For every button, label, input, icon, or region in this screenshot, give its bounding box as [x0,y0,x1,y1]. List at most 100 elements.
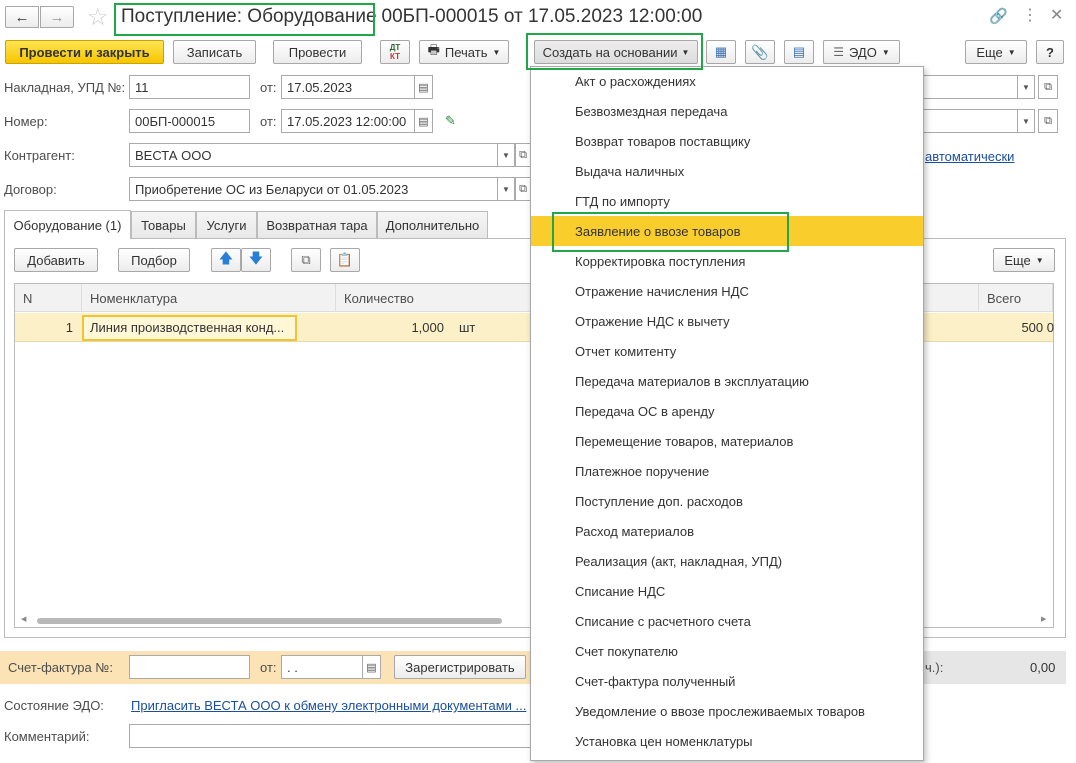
menu-item[interactable]: Платежное поручение [531,456,923,486]
number-label: Номер: [4,114,48,129]
paste-button[interactable]: 📋 [330,248,360,272]
tab-services[interactable]: Услуги [196,211,257,238]
arrow-down-icon: 🡇 [248,250,264,266]
menu-item[interactable]: Возврат товаров поставщику [531,126,923,156]
pick-button[interactable]: Подбор [118,248,190,272]
menu-item[interactable]: Уведомление о ввозе прослеживаемых товар… [531,696,923,726]
dtkt-button[interactable]: ДТ КТ [380,40,410,64]
post-and-close-button[interactable]: Провести и закрыть [5,40,164,64]
header-item[interactable]: Номенклатура [82,284,336,312]
invoice-number-input[interactable]: 11 [129,75,250,99]
forward-button[interactable]: → [40,6,74,28]
invoice-footer-date[interactable]: . . [281,655,363,679]
menu-item[interactable]: ГТД по импорту [531,186,923,216]
counterparty-input[interactable]: ВЕСТА ООО [129,143,498,167]
note-icon[interactable]: ✎ [445,113,456,129]
warehouse-dropdown[interactable]: ▼ [1017,109,1035,133]
menu-item[interactable]: Списание с расчетного счета [531,606,923,636]
edo-label: ЭДО [849,44,877,60]
post-button[interactable]: Провести [273,40,362,64]
contract-dropdown[interactable]: ▼ [497,177,515,201]
menu-item[interactable]: Расход материалов [531,516,923,546]
hierarchy-icon: ▦ [714,44,728,59]
chevron-down-icon: ▼ [681,47,690,57]
comment-input[interactable] [129,724,531,748]
copy-button[interactable]: ⧉ [291,248,321,272]
auto-link[interactable]: автоматически [925,149,1014,164]
calendar-button[interactable]: ▤ [362,655,381,679]
star-icon[interactable]: ☆ [87,3,109,32]
scroll-right-icon[interactable]: ▶ [1041,615,1046,623]
print-label: Печать [444,44,488,60]
attach-button[interactable]: 📎 [745,40,775,64]
menu-item[interactable]: Перемещение товаров, материалов [531,426,923,456]
counterparty-dropdown[interactable]: ▼ [497,143,515,167]
scroll-thumb[interactable] [37,618,502,624]
chevron-down-icon: ▼ [1007,47,1016,57]
help-button[interactable]: ? [1036,40,1064,64]
menu-item[interactable]: Счет-фактура полученный [531,666,923,696]
more-label: Еще [976,44,1003,60]
menu-item[interactable]: Отражение начисления НДС [531,276,923,306]
tab-additional[interactable]: Дополнительно [377,211,488,238]
invoice-from-label: от: [260,80,277,95]
menu-item[interactable]: Передача материалов в эксплуатацию [531,366,923,396]
menu-item[interactable]: Акт о расхождениях [531,66,923,96]
organization-dropdown[interactable]: ▼ [1017,75,1035,99]
menu-item[interactable]: Счет покупателю [531,636,923,666]
organization-open-button[interactable]: ⧉ [1038,75,1058,99]
link-icon[interactable]: 🔗 [989,7,1008,25]
calendar-button[interactable]: ▤ [414,75,433,99]
back-button[interactable]: ← [5,6,39,28]
row-n: 1 [65,320,73,335]
number-input[interactable]: 00БП-000015 [129,109,250,133]
invoice-date-input[interactable]: 17.05.2023 [281,75,415,99]
more-vertical-icon[interactable]: ⋮ [1022,5,1038,25]
tab-equipment[interactable]: Оборудование (1) [4,210,131,239]
number-date-input[interactable]: 17.05.2023 12:00:00 [281,109,415,133]
menu-item[interactable]: Установка цен номенклатуры [531,726,923,756]
header-total[interactable]: Всего [978,284,1053,312]
calendar-button[interactable]: ▤ [414,109,433,133]
calendar-icon: ▤ [366,661,377,674]
register-button[interactable]: Зарегистрировать [394,655,526,679]
edo-button[interactable]: ☰ ЭДО ▼ [823,40,900,64]
clipboard-icon: 📋 [336,252,354,267]
move-down-button[interactable]: 🡇 [241,248,271,272]
menu-item[interactable]: Выдача наличных [531,156,923,186]
invoice-footer-input[interactable] [129,655,250,679]
header-qty[interactable]: Количество [336,284,536,312]
close-icon[interactable]: ✕ [1050,5,1063,25]
move-up-button[interactable]: 🡅 [211,248,241,272]
menu-item[interactable]: Отчет комитенту [531,336,923,366]
row-qty: 1,000 [411,320,444,335]
row-item-cell[interactable]: Линия производственная конд... [82,315,297,341]
counterparty-open-button[interactable]: ⧉ [515,143,531,167]
menu-item[interactable]: Реализация (акт, накладная, УПД) [531,546,923,576]
report-button[interactable]: ▤ [784,40,814,64]
menu-item[interactable]: Заявление о ввозе товаров [531,216,923,246]
structure-button[interactable]: ▦ [706,40,736,64]
scroll-left-icon[interactable]: ◀ [21,615,26,623]
contract-input[interactable]: Приобретение ОС из Беларуси от 01.05.202… [129,177,498,201]
warehouse-open-button[interactable]: ⧉ [1038,109,1058,133]
edo-invite-link[interactable]: Пригласить ВЕСТА ООО к обмену электронны… [131,698,529,713]
menu-item[interactable]: Поступление доп. расходов [531,486,923,516]
counterparty-label: Контрагент: [4,148,75,163]
save-button[interactable]: Записать [173,40,256,64]
add-button[interactable]: Добавить [14,248,98,272]
menu-item[interactable]: Передача ОС в аренду [531,396,923,426]
menu-item[interactable]: Корректировка поступления [531,246,923,276]
table-more-label: Еще [1004,252,1031,268]
contract-open-button[interactable]: ⧉ [515,177,531,201]
table-more-button[interactable]: Еще ▼ [993,248,1055,272]
more-button[interactable]: Еще ▼ [965,40,1027,64]
tab-goods[interactable]: Товары [131,211,196,238]
header-n[interactable]: N [15,284,82,312]
menu-item[interactable]: Списание НДС [531,576,923,606]
create-based-button[interactable]: Создать на основании ▼ [534,40,698,64]
print-button[interactable]: 🖶 Печать ▼ [419,40,509,64]
menu-item[interactable]: Отражение НДС к вычету [531,306,923,336]
tab-returnable[interactable]: Возвратная тара [257,211,377,238]
menu-item[interactable]: Безвозмездная передача [531,96,923,126]
